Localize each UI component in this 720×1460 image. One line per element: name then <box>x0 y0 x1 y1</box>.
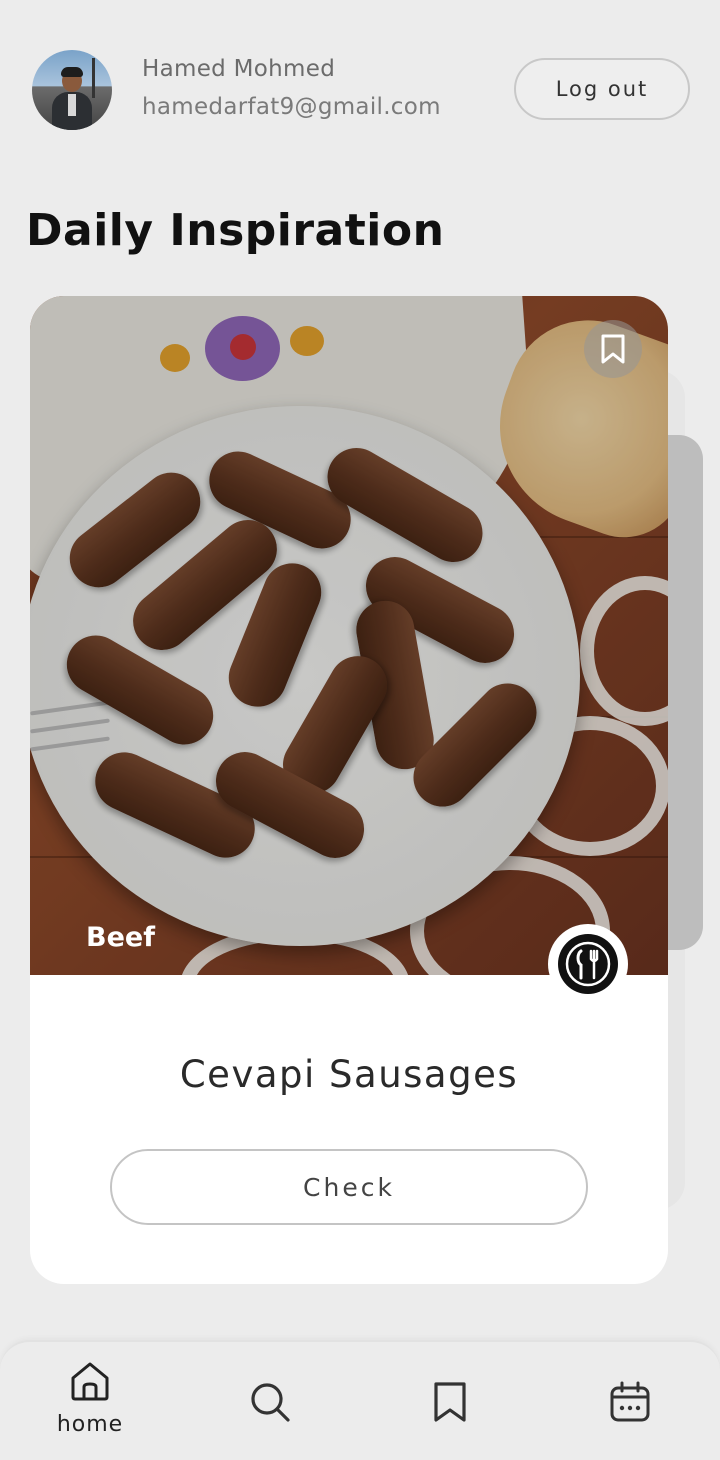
recipe-image <box>30 296 668 975</box>
logout-button[interactable]: Log out <box>514 58 690 120</box>
nav-item-planner[interactable] <box>580 1380 680 1424</box>
bookmark-icon <box>601 334 625 364</box>
bookmark-icon <box>434 1382 466 1422</box>
category-label: Beef <box>86 922 155 953</box>
fork-knife-icon <box>565 941 611 987</box>
recipe-name: Cevapi Sausages <box>179 1053 519 1096</box>
profile-header: Hamed Mohmed hamedarfat9@gmail.com Log o… <box>32 50 690 132</box>
bottom-navigation: home <box>0 1340 720 1460</box>
user-email: hamedarfat9@gmail.com <box>142 94 441 120</box>
user-info: Hamed Mohmed hamedarfat9@gmail.com <box>142 56 441 120</box>
nav-label-home: home <box>56 1412 124 1437</box>
user-avatar[interactable] <box>32 50 112 130</box>
nav-item-home[interactable]: home <box>40 1360 140 1437</box>
section-title: Daily Inspiration <box>26 205 445 256</box>
bookmark-button[interactable] <box>584 320 642 378</box>
search-icon <box>251 1383 290 1422</box>
user-name: Hamed Mohmed <box>142 56 336 82</box>
recipe-card[interactable]: Beef Cevapi Sausages Check <box>30 296 668 1284</box>
app-screen: Hamed Mohmed hamedarfat9@gmail.com Log o… <box>0 0 720 1460</box>
calendar-icon <box>610 1381 650 1422</box>
nav-item-search[interactable] <box>220 1380 320 1424</box>
home-icon <box>71 1362 109 1401</box>
nav-item-saved[interactable] <box>400 1380 500 1424</box>
cuisine-badge <box>548 924 628 1004</box>
check-button[interactable]: Check <box>110 1149 588 1225</box>
